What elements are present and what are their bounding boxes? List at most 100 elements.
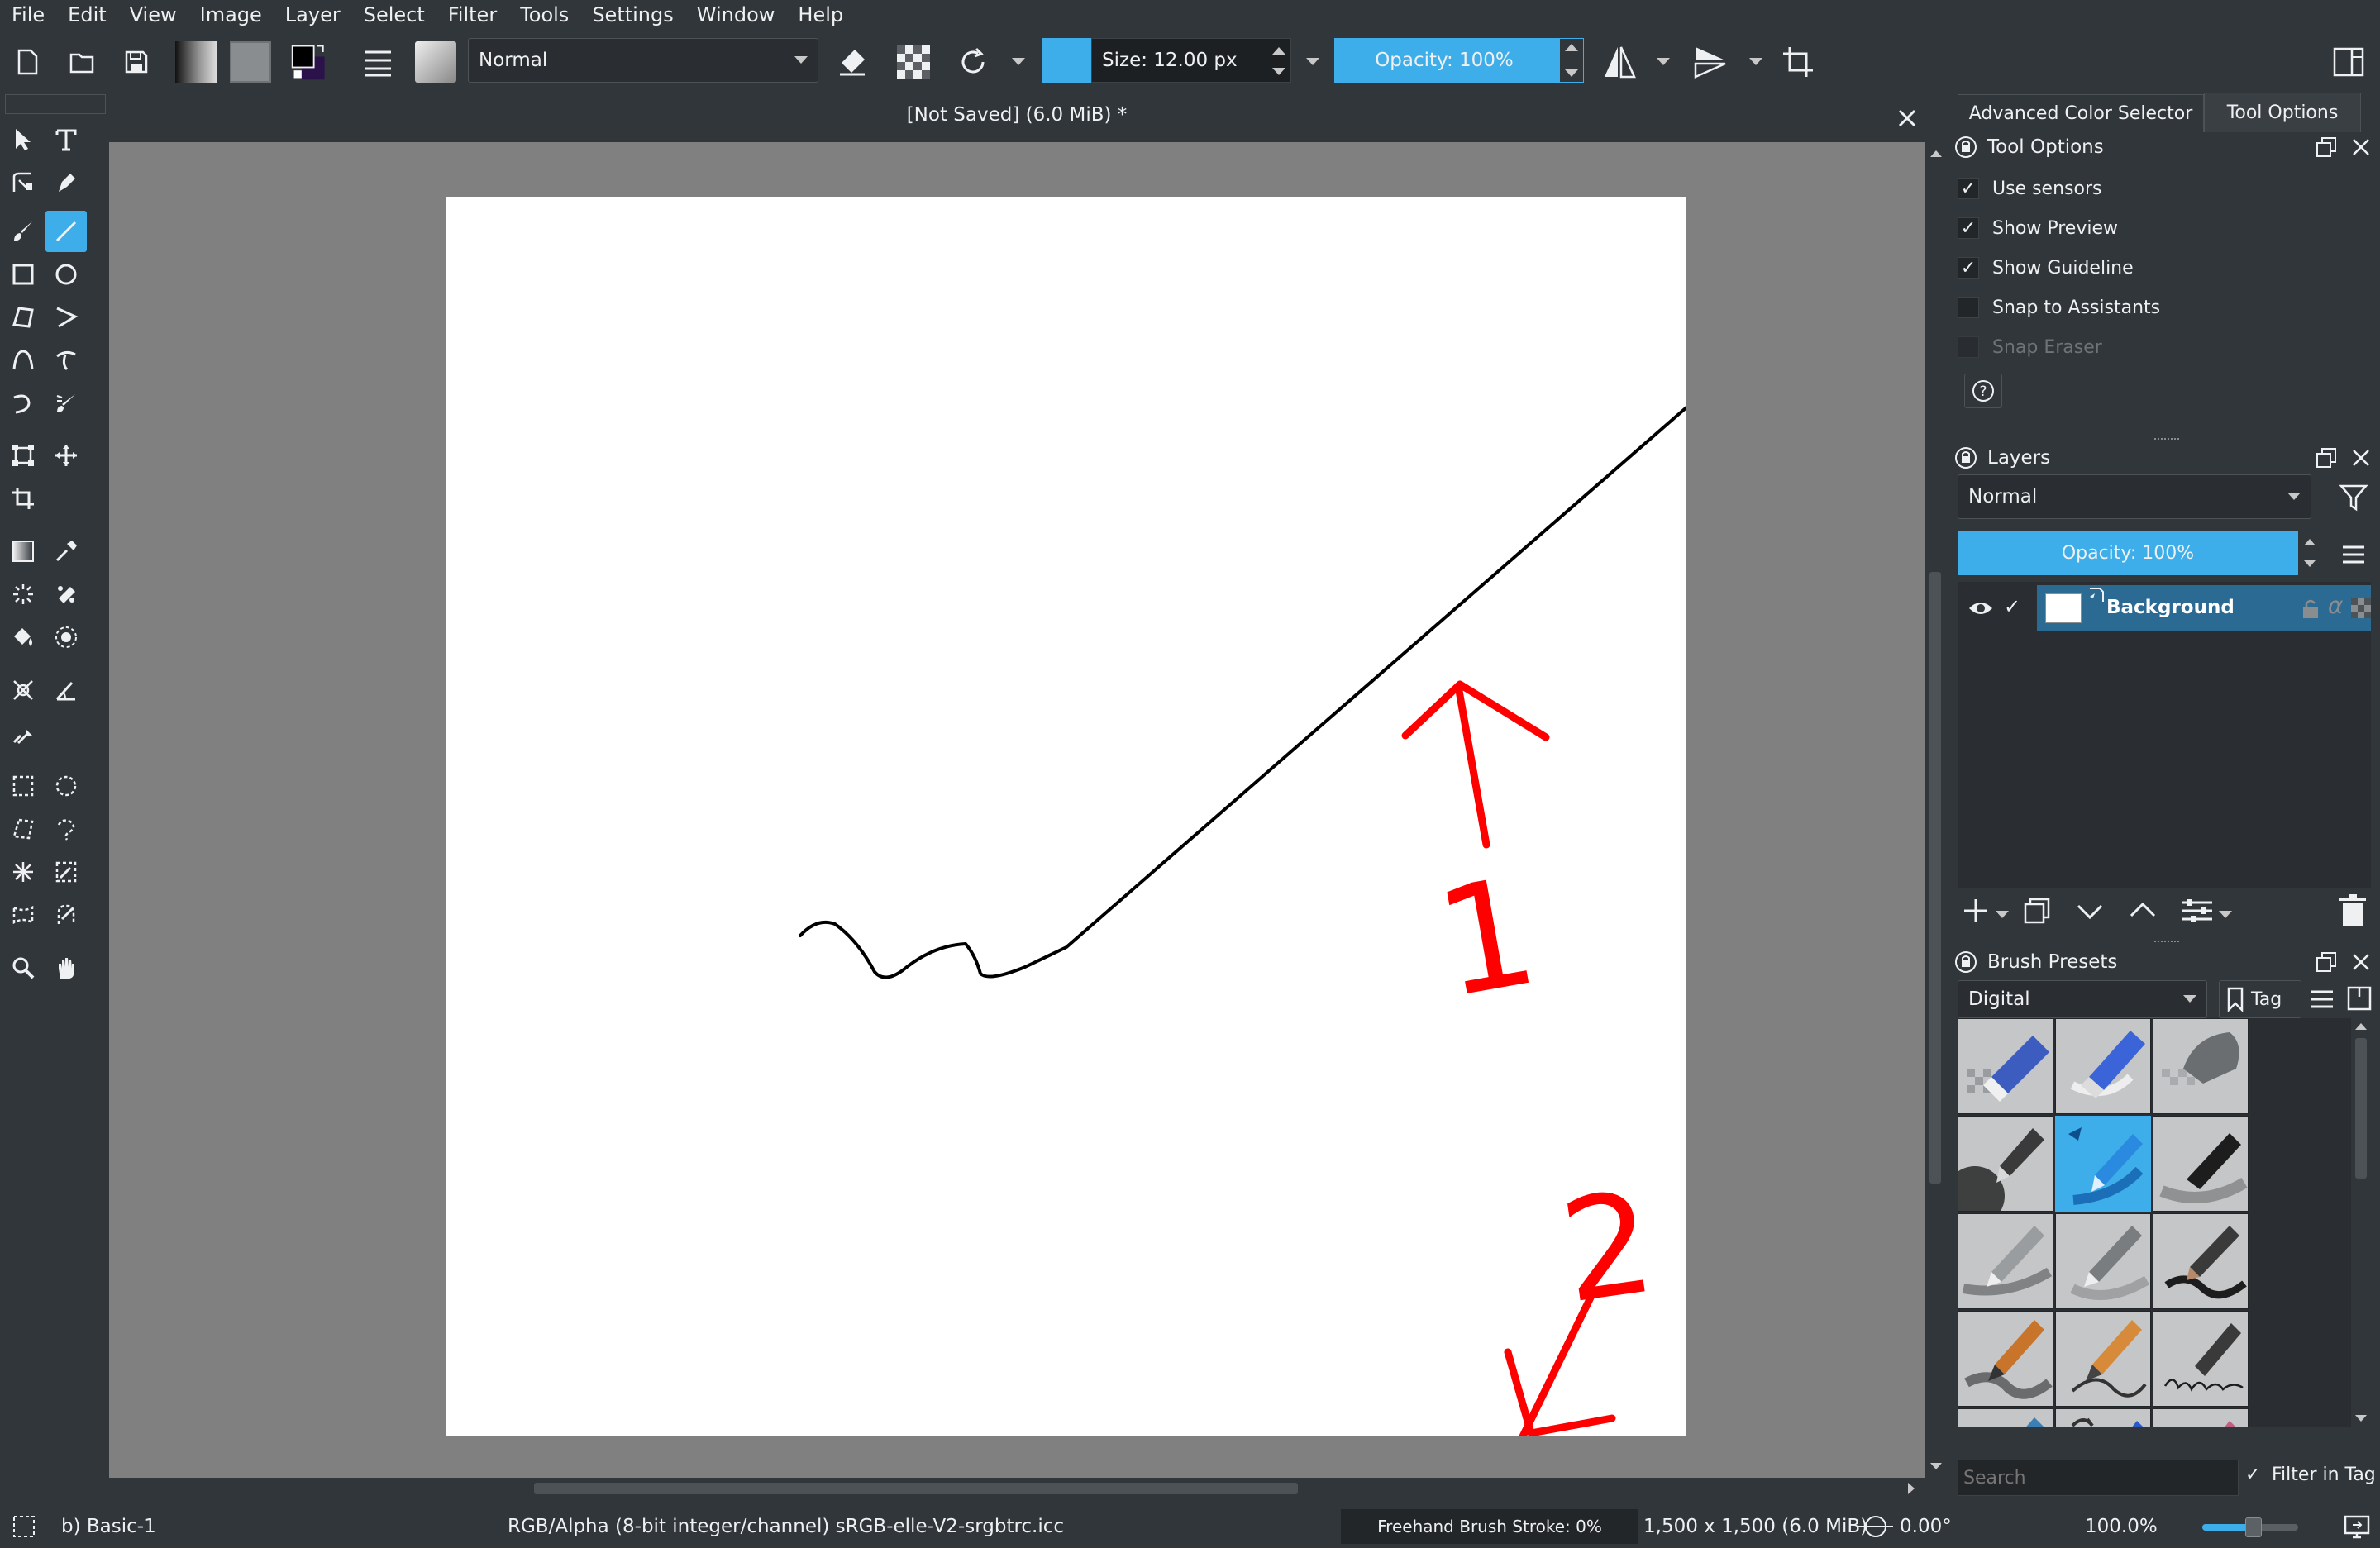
text-tool-icon[interactable]	[45, 119, 87, 160]
pattern-swatch[interactable]	[230, 41, 271, 83]
freehand-path-tool-icon[interactable]	[45, 340, 87, 381]
layer-row[interactable]: ✓ Background α	[1958, 585, 2371, 631]
spin-down-icon[interactable]	[2304, 560, 2316, 567]
close-document-icon[interactable]	[1895, 106, 1920, 131]
close-docker-icon[interactable]	[2349, 446, 2373, 469]
edit-shapes-tool-icon[interactable]	[2, 162, 44, 203]
wrap-around-icon[interactable]	[1777, 41, 1819, 83]
brush-preset-marker[interactable]	[2153, 1116, 2249, 1212]
freehand-selection-tool-icon[interactable]	[45, 808, 87, 850]
brush-preset-scrollbar[interactable]	[2351, 1018, 2371, 1427]
colorize-mask-tool-icon[interactable]	[2, 574, 44, 615]
layer-options-menu-icon[interactable]	[2339, 541, 2368, 569]
duplicate-layer-icon[interactable]	[2022, 896, 2052, 926]
tab-advanced-color-selector[interactable]: Advanced Color Selector	[1958, 94, 2204, 132]
spin-down-icon[interactable]	[1272, 68, 1285, 75]
brush-color-swatch[interactable]	[1042, 38, 1091, 83]
current-brush-label[interactable]: b) Basic-1	[61, 1516, 156, 1537]
brush-preset-ink-pen[interactable]	[1958, 1116, 2053, 1212]
splitter-handle[interactable]	[2154, 438, 2179, 441]
move-tool-icon[interactable]	[45, 435, 87, 476]
vertical-scroll-thumb[interactable]	[1929, 572, 1941, 1184]
splitter-handle[interactable]	[2154, 941, 2179, 944]
scroll-up-icon[interactable]	[2355, 1023, 2367, 1030]
brush-settings-icon[interactable]	[357, 41, 398, 83]
reference-images-tool-icon[interactable]	[2, 712, 44, 754]
blend-mode-dropdown[interactable]: Normal	[468, 38, 818, 83]
gradient-tool-icon[interactable]	[2, 531, 44, 572]
rectangular-selection-tool-icon[interactable]	[2, 765, 44, 807]
crop-tool-icon[interactable]	[2, 478, 44, 519]
use-sensors-checkbox[interactable]: ✓	[1958, 178, 1979, 199]
brush-preset-row5-3[interactable]	[2153, 1408, 2249, 1427]
elliptical-selection-tool-icon[interactable]	[45, 765, 87, 807]
layer-active-checkmark[interactable]: ✓	[2004, 595, 2027, 622]
enclose-fill-tool-icon[interactable]	[45, 617, 87, 658]
menu-select[interactable]: Select	[364, 3, 425, 26]
bezier-curve-tool-icon[interactable]	[2, 340, 44, 381]
menu-tools[interactable]: Tools	[520, 3, 569, 26]
layer-opacity-spin[interactable]	[2300, 531, 2321, 575]
mirror-vertical-icon[interactable]	[1690, 41, 1731, 83]
horizontal-scroll-thumb[interactable]	[534, 1483, 1298, 1494]
scroll-down-icon[interactable]	[2355, 1415, 2367, 1422]
menu-help[interactable]: Help	[798, 3, 843, 26]
assistant-tool-icon[interactable]	[2, 669, 44, 711]
brush-preset-pencil-1[interactable]	[1958, 1213, 2053, 1309]
brush-preset-paint-brush-2[interactable]	[2055, 1311, 2151, 1407]
menu-edit[interactable]: Edit	[68, 3, 106, 26]
brush-preset-ink-brush[interactable]	[2153, 1213, 2249, 1309]
gradient-swatch[interactable]	[175, 41, 217, 83]
float-docker-icon[interactable]	[2315, 950, 2338, 974]
menu-filter[interactable]: Filter	[448, 3, 497, 26]
selection-display-icon[interactable]	[12, 1514, 36, 1539]
reload-preset-icon[interactable]	[952, 41, 994, 83]
eraser-mode-icon[interactable]	[832, 41, 873, 83]
brush-preset-eraser-soft[interactable]	[2055, 1018, 2151, 1114]
show-guideline-checkbox[interactable]: ✓	[1958, 257, 1979, 279]
foreground-background-color[interactable]	[289, 41, 331, 83]
polyline-tool-icon[interactable]	[45, 297, 87, 338]
filter-in-tag-checkbox[interactable]: ✓	[2245, 1465, 2267, 1486]
tag-button[interactable]: Tag	[2219, 980, 2301, 1018]
add-layer-icon[interactable]	[1961, 896, 1991, 926]
polygonal-selection-tool-icon[interactable]	[2, 808, 44, 850]
move-layer-down-icon[interactable]	[2075, 896, 2105, 926]
layer-filter-icon[interactable]	[2338, 483, 2371, 516]
color-picker-tool-icon[interactable]	[45, 531, 87, 572]
brush-preset-basic-selected[interactable]	[2055, 1116, 2151, 1212]
vertical-scrollbar[interactable]	[1925, 142, 1946, 1478]
brush-preset-pencil-2[interactable]	[2055, 1213, 2151, 1309]
workspace-chooser-icon[interactable]	[2328, 41, 2369, 83]
scroll-up-icon[interactable]	[1930, 150, 1942, 157]
rectangle-tool-icon[interactable]	[2, 254, 44, 295]
brush-preset-thumbnail[interactable]	[415, 41, 456, 83]
horizontal-scrollbar[interactable]	[109, 1478, 1925, 1499]
spin-up-icon[interactable]	[1565, 44, 1578, 51]
brush-storage-icon[interactable]	[2346, 985, 2373, 1012]
new-document-icon[interactable]	[7, 41, 48, 83]
brush-preset-eraser-hard[interactable]	[1958, 1018, 2053, 1114]
menu-window[interactable]: Window	[697, 3, 775, 26]
canvas-only-icon[interactable]	[2343, 1512, 2371, 1541]
menu-layer[interactable]: Layer	[285, 3, 341, 26]
reload-options-chevron-icon[interactable]	[1012, 58, 1025, 65]
zoom-slider-handle[interactable]	[2245, 1517, 2262, 1537]
mirror-v-options-chevron-icon[interactable]	[1749, 58, 1762, 65]
spin-up-icon[interactable]	[2304, 539, 2316, 545]
brush-size-spinbox[interactable]: Size: 12.00 px	[1091, 38, 1291, 83]
move-layer-up-icon[interactable]	[2128, 896, 2158, 926]
line-tool-icon[interactable]	[45, 211, 87, 252]
polygon-tool-icon[interactable]	[2, 297, 44, 338]
measure-tool-icon[interactable]	[45, 669, 87, 711]
layer-properties-icon[interactable]	[2181, 896, 2214, 926]
close-docker-icon[interactable]	[2349, 950, 2373, 974]
tab-tool-options[interactable]: Tool Options	[2204, 93, 2361, 132]
select-shapes-tool-icon[interactable]	[2, 119, 44, 160]
close-docker-icon[interactable]	[2349, 136, 2373, 159]
ellipse-tool-icon[interactable]	[45, 254, 87, 295]
brush-preset-eraser-block[interactable]	[2153, 1018, 2249, 1114]
fill-tool-icon[interactable]	[2, 617, 44, 658]
open-document-icon[interactable]	[61, 41, 103, 83]
scroll-right-icon[interactable]	[1908, 1483, 1915, 1494]
